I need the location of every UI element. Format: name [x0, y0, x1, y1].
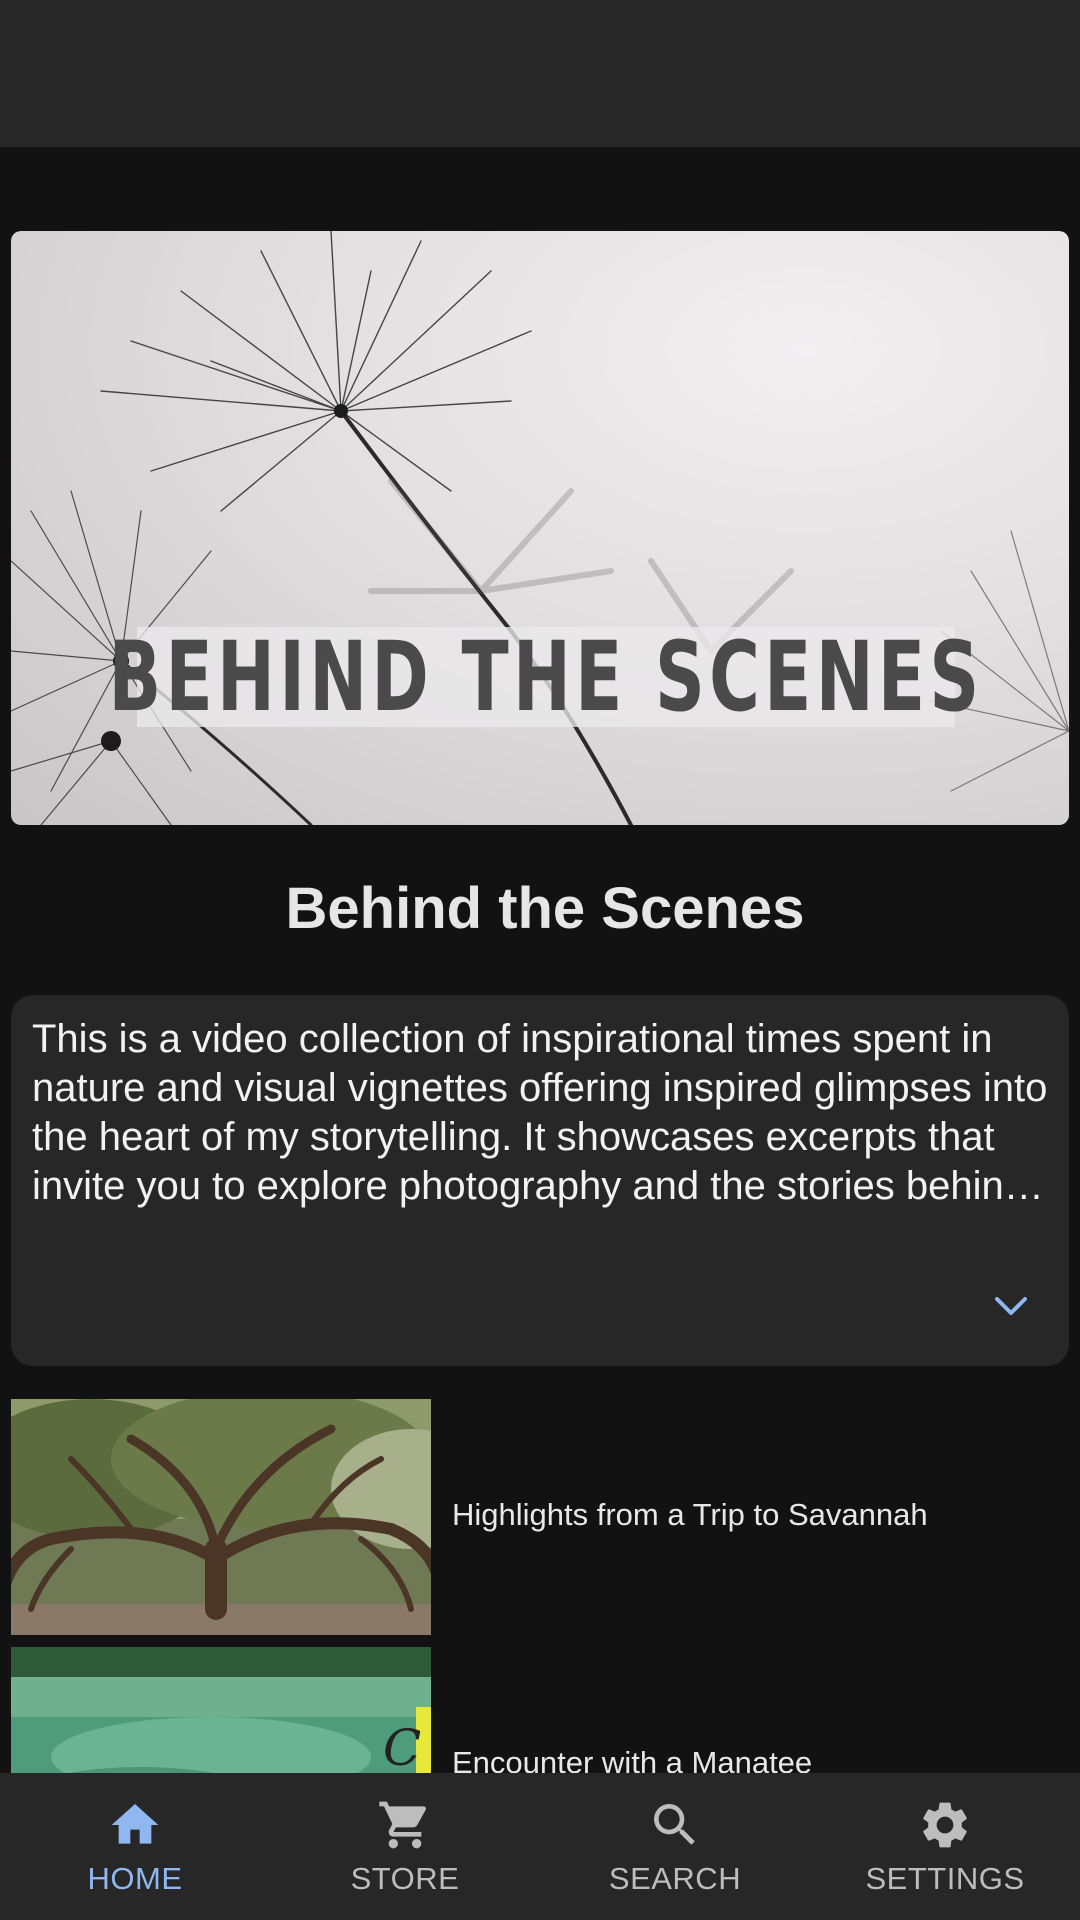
home-icon	[111, 1804, 159, 1844]
chevron-down-icon	[995, 1297, 1027, 1315]
description-card: This is a video collection of inspiratio…	[11, 995, 1069, 1366]
expand-description-button[interactable]	[991, 1286, 1031, 1326]
video-title[interactable]: Encounter with a Manatee	[452, 1745, 812, 1773]
video-thumbnail[interactable]	[11, 1399, 431, 1635]
nav-label: HOME	[87, 1861, 183, 1896]
manatee-spring-image: C	[11, 1647, 431, 1773]
gear-icon	[923, 1802, 967, 1848]
nav-label: STORE	[350, 1861, 460, 1896]
nav-settings[interactable]: SETTINGS	[810, 1773, 1080, 1920]
video-thumbnail[interactable]: C	[11, 1647, 431, 1773]
description-text: This is a video collection of inspiratio…	[32, 1017, 1048, 1208]
nav-home[interactable]: HOME	[0, 1773, 270, 1920]
nav-store[interactable]: STORE	[270, 1773, 540, 1920]
video-list-item[interactable]: C Encounter with a Manatee	[0, 1647, 1080, 1773]
nav-search[interactable]: SEARCH	[540, 1773, 810, 1920]
search-icon	[654, 1804, 695, 1845]
album-content[interactable]: BEHIND THE SCENES Behind the Scenes This…	[0, 147, 1080, 1773]
cart-icon	[379, 1801, 427, 1849]
live-oak-tree-image	[11, 1399, 431, 1635]
video-title[interactable]: Highlights from a Trip to Savannah	[452, 1497, 928, 1533]
nav-label: SEARCH	[608, 1861, 742, 1896]
album-title: Behind the Scenes	[285, 876, 805, 941]
album-cover-image: BEHIND THE SCENES	[11, 231, 1069, 825]
top-app-bar	[0, 0, 1080, 147]
dandelion-illustration	[11, 231, 1069, 825]
video-list-item[interactable]: Highlights from a Trip to Savannah	[0, 1399, 1080, 1635]
svg-text:C: C	[383, 1719, 421, 1773]
bottom-navigation: HOME STORE SEARCH SETTINGS	[0, 1773, 1080, 1920]
hero-overlay-text: BEHIND THE SCENES	[108, 621, 984, 733]
nav-label: SETTINGS	[865, 1861, 1025, 1896]
